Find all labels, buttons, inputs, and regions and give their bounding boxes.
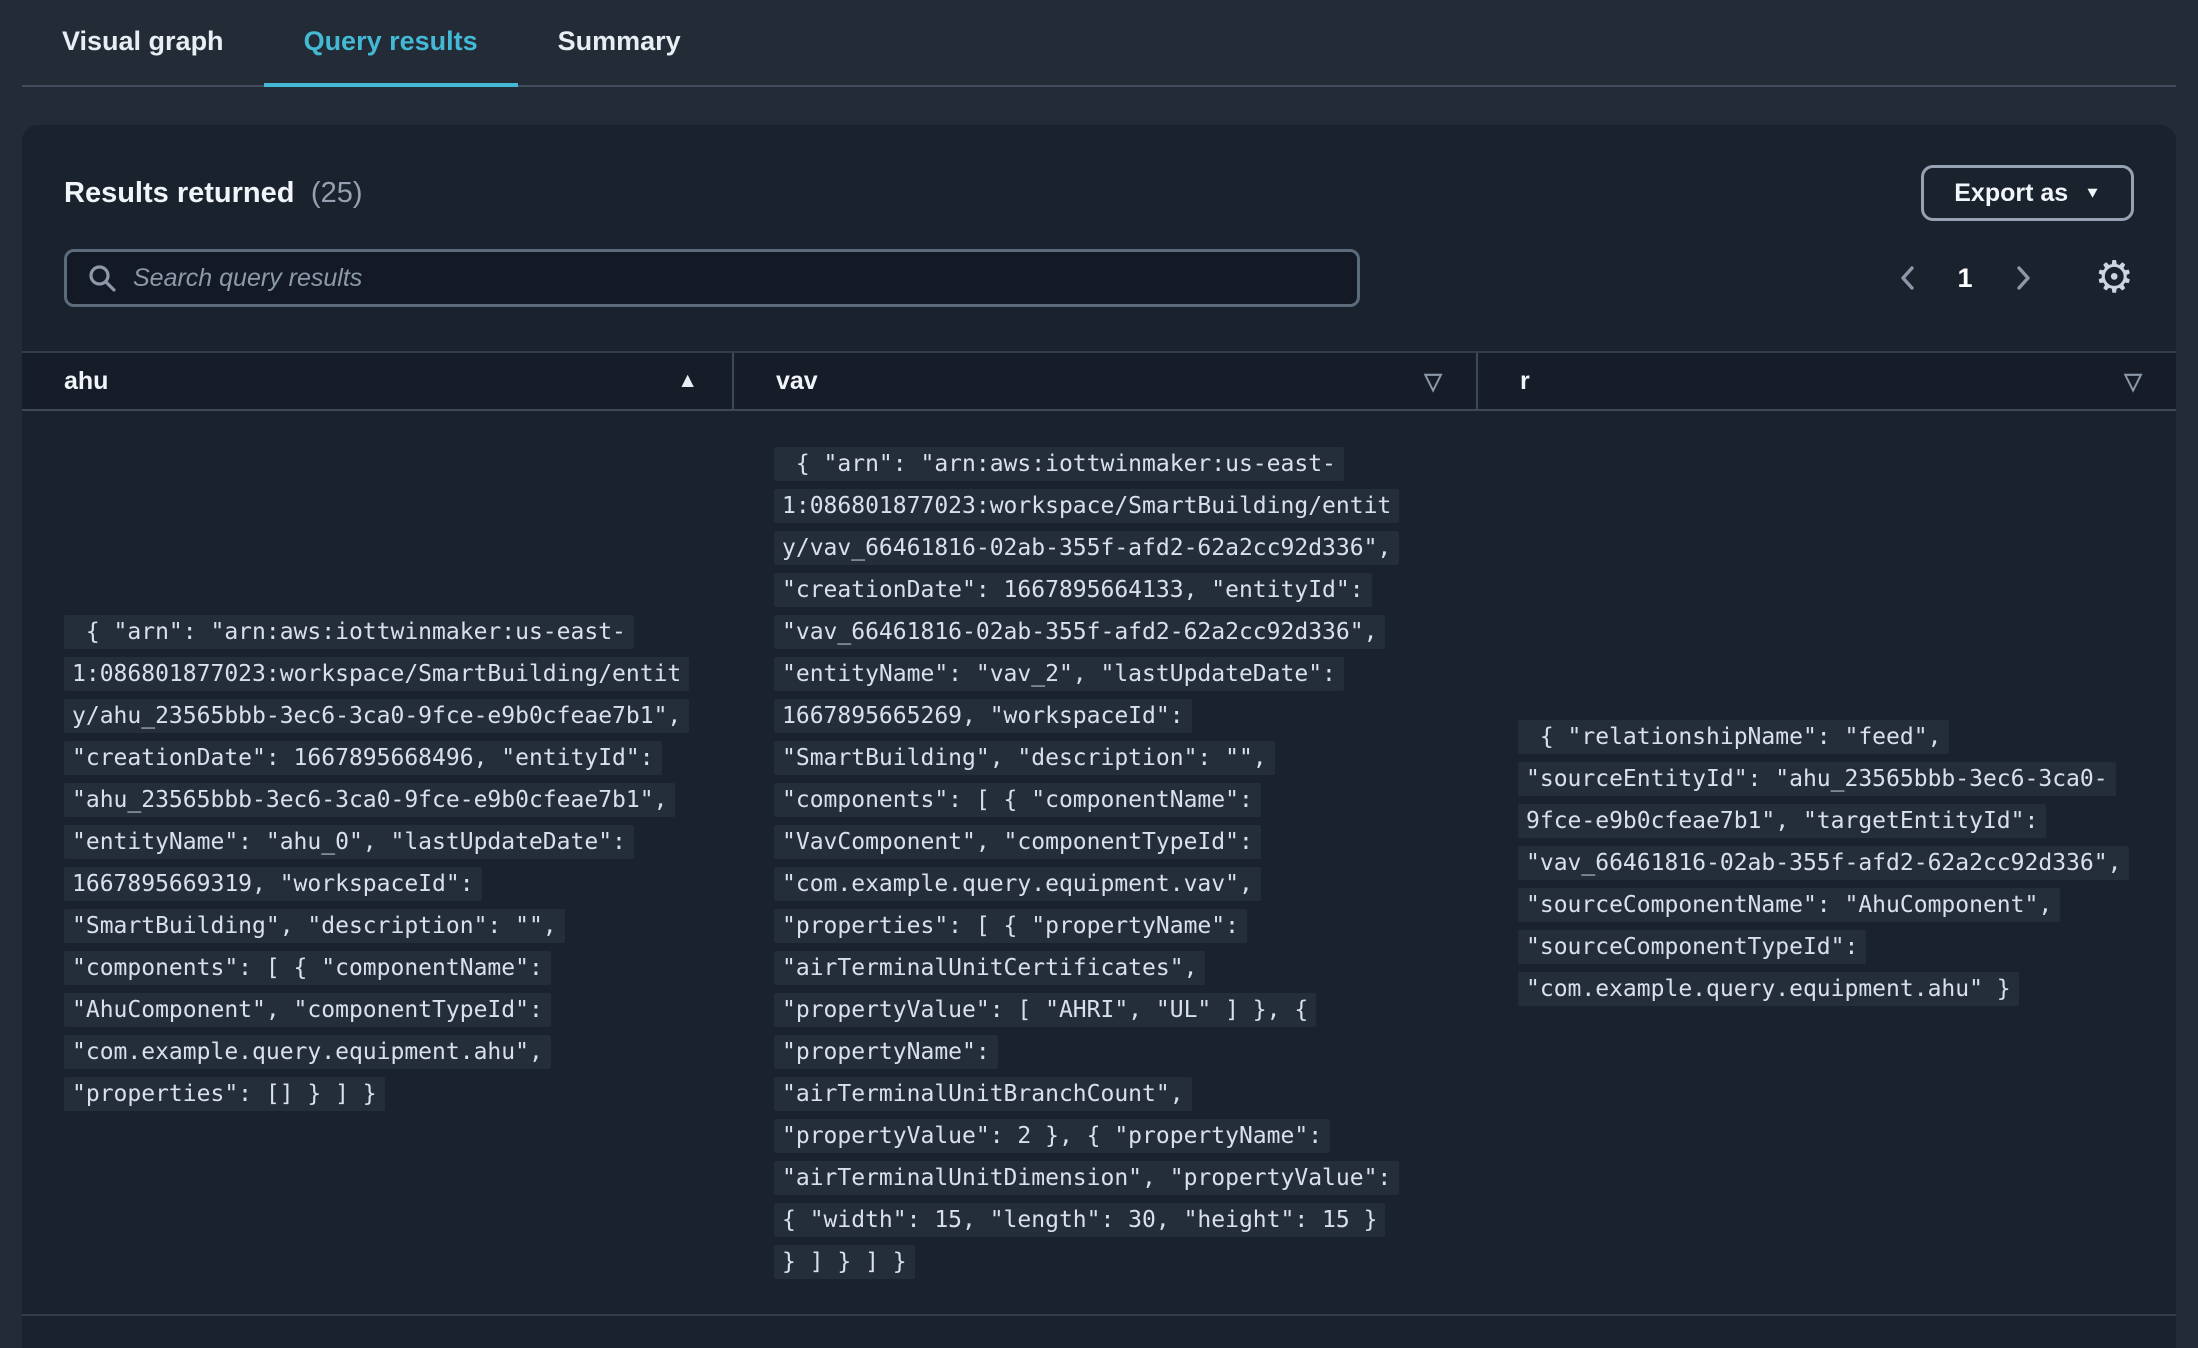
json-line: "com.example.query.equipment.ahu", — [64, 1034, 551, 1069]
cell-vav-json: { "arn": "arn:aws:iottwinmaker:us-east- 1… — [774, 446, 1400, 1279]
column-header-r-label: r — [1520, 366, 1530, 395]
json-line: "creationDate": 1667895668496, "entityId… — [64, 740, 662, 775]
column-header-ahu[interactable]: ahu ▲ — [22, 353, 732, 409]
settings-gear-icon[interactable]: ⚙ — [2095, 256, 2134, 300]
json-line: "entityName": "vav_2", "lastUpdateDate": — [774, 656, 1344, 691]
next-page-button[interactable] — [2007, 257, 2039, 299]
caret-down-icon: ▼ — [2084, 184, 2101, 202]
sort-ascending-icon: ▲ — [677, 369, 698, 392]
json-line: 1:086801877023:workspace/SmartBuilding/e… — [774, 488, 1400, 523]
json-line: "components": [ { "componentName": — [64, 950, 551, 985]
json-line: "SmartBuilding", "description": "", — [64, 908, 565, 943]
tab-query-results-label: Query results — [303, 26, 478, 56]
json-line: 1667895665269, "workspaceId": — [774, 698, 1192, 733]
search-icon — [87, 263, 117, 293]
results-heading: Results returned (25) — [64, 177, 362, 210]
json-line: { "width": 15, "length": 30, "height": 1… — [774, 1202, 1386, 1237]
table-row: { "arn": "arn:aws:iottwinmaker:us-east- 1… — [22, 411, 2176, 1316]
json-line: "properties": [ { "propertyName": — [774, 908, 1247, 943]
tabs-bar: Visual graph Query results Summary — [22, 0, 2176, 87]
column-header-r[interactable]: r ▽ — [1476, 353, 2176, 409]
sort-indicator-icon: ▽ — [1424, 367, 1442, 394]
query-editor-page: { "tabs": [ { "label": "Visual graph", "… — [0, 0, 2198, 1348]
json-line: "propertyValue": 2 }, { "propertyName": — [774, 1118, 1331, 1153]
column-header-vav-label: vav — [776, 366, 818, 395]
json-line: "airTerminalUnitDimension", "propertyVal… — [774, 1160, 1400, 1195]
json-line: "com.example.query.equipment.ahu" } — [1518, 971, 2019, 1006]
json-line: "sourceComponentTypeId": — [1518, 929, 1867, 964]
json-line: "vav_66461816-02ab-355f-afd2-62a2cc92d33… — [1518, 845, 2130, 880]
table-header-row: ahu ▲ vav ▽ r ▽ — [22, 351, 2176, 411]
json-line: y/ahu_23565bbb-3ec6-3ca0-9fce-e9b0cfeae7… — [64, 698, 690, 733]
json-line: "ahu_23565bbb-3ec6-3ca0-9fce-e9b0cfeae7b… — [64, 782, 676, 817]
export-as-button[interactable]: Export as ▼ — [1921, 165, 2134, 221]
json-line: "creationDate": 1667895664133, "entityId… — [774, 572, 1372, 607]
json-line: "airTerminalUnitCertificates", — [774, 950, 1206, 985]
cell-r-json: { "relationshipName": "feed", "sourceEnti… — [1518, 719, 2130, 1006]
json-line: "properties": [] } ] } — [64, 1076, 385, 1111]
json-line: "sourceEntityId": "ahu_23565bbb-3ec6-3ca… — [1518, 761, 2116, 796]
json-line: "entityName": "ahu_0", "lastUpdateDate": — [64, 824, 634, 859]
json-line: 1:086801877023:workspace/SmartBuilding/e… — [64, 656, 690, 691]
json-line: } ] } ] } — [774, 1244, 915, 1279]
tab-summary-label: Summary — [557, 26, 681, 56]
json-line: "sourceComponentName": "AhuComponent", — [1518, 887, 2061, 922]
json-line: "airTerminalUnitBranchCount", — [774, 1076, 1192, 1111]
json-line: "propertyName": — [774, 1034, 998, 1069]
json-line: "vav_66461816-02ab-355f-afd2-62a2cc92d33… — [774, 614, 1386, 649]
column-header-vav[interactable]: vav ▽ — [732, 353, 1476, 409]
json-line: y/vav_66461816-02ab-355f-afd2-62a2cc92d3… — [774, 530, 1400, 565]
json-line: { "relationshipName": "feed", — [1518, 719, 1950, 754]
search-box[interactable] — [64, 249, 1360, 307]
json-line: { "arn": "arn:aws:iottwinmaker:us-east- — [774, 446, 1344, 481]
json-line: "AhuComponent", "componentTypeId": — [64, 992, 551, 1027]
sort-indicator-icon: ▽ — [2124, 367, 2142, 394]
cell-r: { "relationshipName": "feed", "sourceEnti… — [1476, 411, 2176, 1314]
pagination: 1 ⚙ — [1892, 256, 2134, 300]
json-line: "VavComponent", "componentTypeId": — [774, 824, 1261, 859]
json-line: "components": [ { "componentName": — [774, 782, 1261, 817]
cell-ahu: { "arn": "arn:aws:iottwinmaker:us-east- 1… — [22, 411, 732, 1314]
json-line: 9fce-e9b0cfeae7b1", "targetEntityId": — [1518, 803, 2047, 838]
tab-query-results[interactable]: Query results — [263, 0, 518, 87]
tab-summary[interactable]: Summary — [518, 0, 721, 87]
column-header-ahu-label: ahu — [64, 366, 109, 395]
cell-vav: { "arn": "arn:aws:iottwinmaker:us-east- 1… — [732, 411, 1476, 1314]
json-line: "propertyValue": [ "AHRI", "UL" ] }, { — [774, 992, 1317, 1027]
json-line: { "arn": "arn:aws:iottwinmaker:us-east- — [64, 614, 634, 649]
export-as-label: Export as — [1954, 178, 2069, 207]
page-number[interactable]: 1 — [1952, 263, 1979, 294]
tab-visual-graph-label: Visual graph — [62, 26, 224, 56]
json-line: "com.example.query.equipment.vav", — [774, 866, 1261, 901]
json-line: 1667895669319, "workspaceId": — [64, 866, 482, 901]
panel-header: Results returned (25) Export as ▼ — [22, 125, 2176, 221]
search-input[interactable] — [133, 263, 1337, 293]
results-title: Results returned — [64, 176, 295, 209]
results-table: ahu ▲ vav ▽ r ▽ { "arn": "arn:aws:iottwi… — [22, 351, 2176, 1316]
json-line: "SmartBuilding", "description": "", — [774, 740, 1275, 775]
tab-visual-graph[interactable]: Visual graph — [22, 0, 264, 87]
results-panel: Results returned (25) Export as ▼ Search… — [22, 125, 2176, 1348]
results-toolbar: 1 ⚙ — [22, 221, 2176, 307]
results-count: (25) — [310, 176, 363, 209]
previous-page-button[interactable] — [1892, 257, 1924, 299]
cell-ahu-json: { "arn": "arn:aws:iottwinmaker:us-east- 1… — [64, 614, 690, 1111]
